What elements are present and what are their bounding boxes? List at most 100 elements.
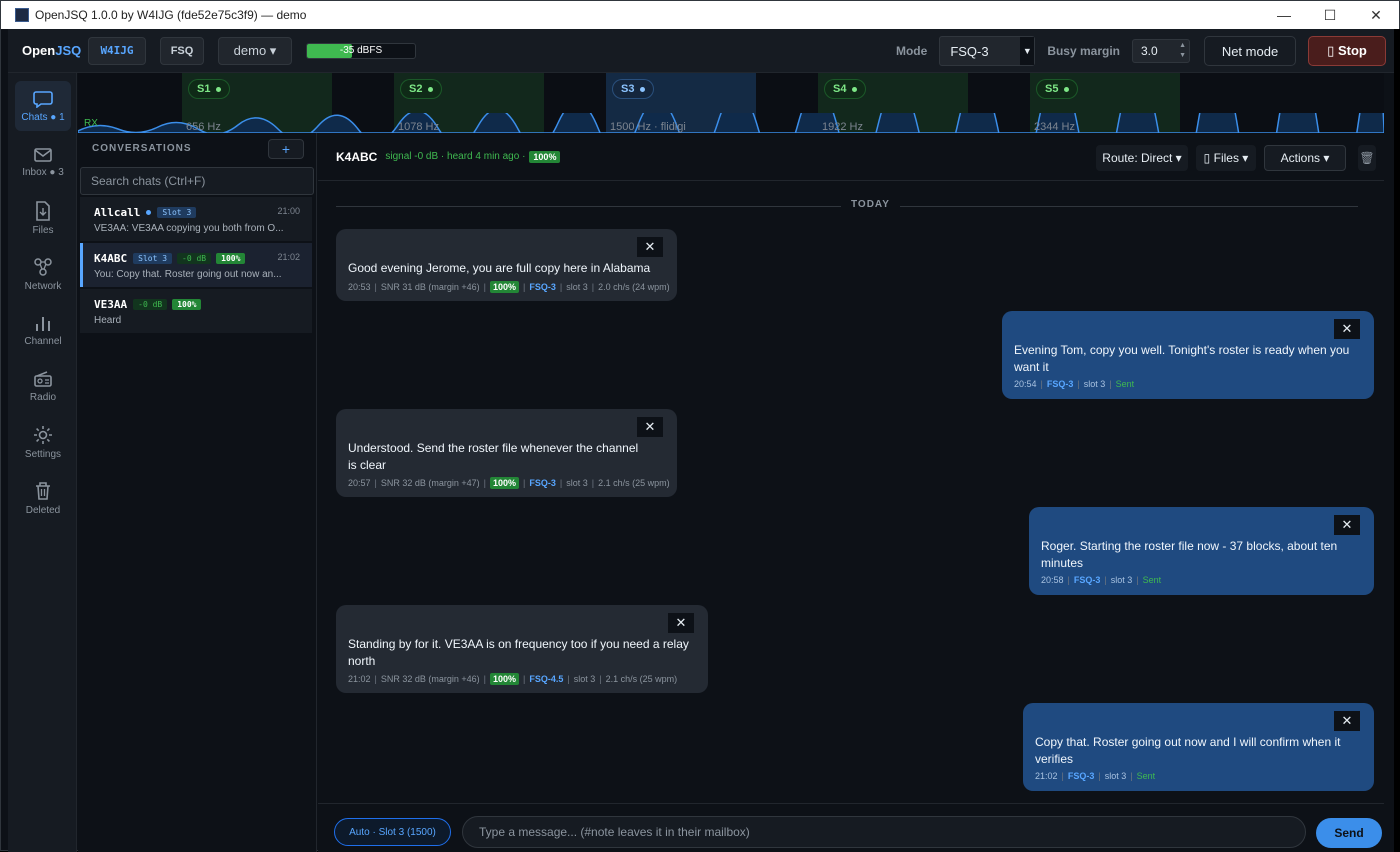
message-input[interactable]: Type a message... (#note leaves it in th… — [462, 816, 1306, 848]
quality-badge: 100% — [216, 252, 246, 264]
message-outgoing: ✕ Evening Tom, copy you well. Tonight's … — [1002, 311, 1374, 399]
message-meta: 20:53 | SNR 31 dB (margin +46) | 100% | FSQ… — [348, 281, 670, 293]
busy-margin-value: 3.0 — [1141, 44, 1158, 58]
top-toolbar: OpenJSQ W4IJG FSQ demo ▾ -35 dBFS Mode F… — [8, 29, 1394, 73]
nav-files-label: Files — [32, 224, 54, 236]
inbox-icon — [34, 147, 52, 162]
callsign-button[interactable]: W4IJG — [88, 36, 146, 65]
conversation-preview: Heard — [94, 315, 122, 326]
window-edge — [1394, 29, 1400, 852]
slot-freq-1: 656 Hz — [186, 121, 221, 133]
waterfall-display[interactable]: RX S1 S2 S3 S4 S5 656 Hz 1078 Hz 1500 Hz… — [78, 73, 1384, 133]
left-nav: Chats ● 1 Inbox ● 3 Files Network Channe… — [8, 73, 77, 852]
signal-badge: -0 dB — [133, 298, 168, 310]
minimize-button[interactable]: — — [1261, 1, 1307, 29]
nav-radio[interactable]: Radio — [15, 361, 71, 411]
nav-chats-label: Chats ● 1 — [21, 111, 65, 123]
message-meta: 20:57 | SNR 32 dB (margin +47) | 100% | FSQ… — [348, 477, 670, 489]
audio-level-meter: -35 dBFS — [306, 42, 416, 59]
gear-icon — [34, 425, 52, 444]
slot-badge: Slot 3 — [157, 206, 197, 218]
mode-chip[interactable]: FSQ — [160, 36, 204, 65]
nav-network[interactable]: Network — [15, 249, 71, 299]
nav-channel[interactable]: Channel — [15, 305, 71, 355]
message-outgoing: ✕ Copy that. Roster going out now and I … — [1023, 703, 1374, 791]
dismiss-message-button[interactable]: ✕ — [668, 613, 694, 633]
window-title: OpenJSQ 1.0.0 by W4IJG (fde52e75c3f9) — … — [35, 8, 307, 22]
slot-pill-1[interactable]: S1 — [188, 79, 231, 99]
chat-quality-badge: 100% — [529, 150, 561, 163]
spinner-arrows-icon[interactable]: ▲ ▼ — [1179, 41, 1186, 61]
nav-radio-label: Radio — [29, 391, 57, 403]
quality-badge: 100% — [172, 298, 202, 310]
brand-logo: OpenJSQ — [22, 43, 82, 58]
day-separator: TODAY — [336, 199, 1358, 210]
mode-select-value: FSQ-3 — [950, 43, 989, 59]
nav-network-label: Network — [24, 280, 62, 292]
conversation-time: 21:00 — [277, 206, 300, 216]
message-outgoing: ✕ Roger. Starting the roster file now - … — [1029, 507, 1374, 595]
slot-freq-2: 1078 Hz — [398, 121, 439, 133]
conversation-ve3aa[interactable]: VE3AA -0 dB 100% Heard — [80, 289, 312, 333]
slot-pill-3[interactable]: S3 — [612, 79, 655, 99]
message-incoming: ✕ Standing by for it. VE3AA is on freque… — [336, 605, 708, 693]
slot-pill-5[interactable]: S5 — [1036, 79, 1079, 99]
stop-button[interactable]: ▯ Stop — [1308, 36, 1386, 66]
nav-deleted-label: Deleted — [25, 504, 61, 516]
file-icon — [36, 200, 50, 221]
message-meta: 20:58 | FSQ-3 | slot 3 | Sent — [1041, 575, 1162, 585]
nav-deleted[interactable]: Deleted — [15, 473, 71, 523]
message-meta: 20:54 | FSQ-3 | slot 3 | Sent — [1014, 379, 1135, 389]
message-text: Roger. Starting the roster file now - 37… — [1041, 539, 1338, 570]
dismiss-message-button[interactable]: ✕ — [1334, 711, 1360, 731]
route-dropdown[interactable]: Route: Direct ▾ — [1096, 145, 1188, 171]
slot-pill-4[interactable]: S4 — [824, 79, 867, 99]
close-button[interactable]: ✕ — [1353, 1, 1399, 29]
scrollbar[interactable] — [1384, 73, 1394, 852]
chat-signal-info: signal -0 dB · heard 4 min ago · — [385, 151, 526, 162]
profile-dropdown[interactable]: demo ▾ — [218, 36, 292, 65]
online-dot-icon — [146, 209, 152, 215]
title-bar: OpenJSQ 1.0.0 by W4IJG (fde52e75c3f9) — … — [1, 1, 1399, 29]
message-meta: 21:02 | FSQ-3 | slot 3 | Sent — [1035, 771, 1156, 781]
bar-chart-icon — [36, 316, 50, 331]
message-text: Copy that. Roster going out now and I wi… — [1035, 735, 1341, 766]
slot-freq-5: 2344 Hz — [1034, 121, 1075, 133]
delete-conversation-icon[interactable]: 🗑 — [1358, 145, 1376, 171]
chevron-down-icon: ▼ — [1020, 37, 1035, 65]
new-conversation-button[interactable]: + — [268, 139, 304, 159]
nav-files[interactable]: Files — [15, 193, 71, 243]
actions-dropdown[interactable]: Actions ▾ — [1264, 145, 1346, 171]
spectrum-trace — [78, 113, 1384, 133]
chat-icon — [33, 90, 53, 108]
send-button[interactable]: Send — [1316, 818, 1382, 848]
network-icon — [34, 257, 52, 276]
mode-select[interactable]: FSQ-3 ▼ — [939, 36, 1036, 66]
dismiss-message-button[interactable]: ✕ — [1334, 319, 1360, 339]
files-dropdown[interactable]: ▯ Files ▾ — [1196, 145, 1256, 171]
conversation-allcall[interactable]: Allcall Slot 3 21:00 VE3AA: VE3AA copyin… — [80, 197, 312, 241]
nav-inbox-label: Inbox ● 3 — [22, 166, 64, 178]
message-text: Standing by for it. VE3AA is on frequenc… — [348, 637, 689, 668]
nav-settings[interactable]: Settings — [15, 417, 71, 467]
busy-margin-spinner[interactable]: 3.0 ▲ ▼ — [1132, 39, 1190, 63]
maximize-button[interactable]: ☐ — [1307, 1, 1353, 29]
audio-level-text: -35 dBFS — [339, 45, 383, 56]
conversations-header: CONVERSATIONS — [92, 143, 192, 154]
nav-chats[interactable]: Chats ● 1 — [15, 81, 71, 131]
auto-slot-button[interactable]: Auto · Slot 3 (1500) — [334, 818, 451, 846]
slot-pill-2[interactable]: S2 — [400, 79, 443, 99]
net-mode-button[interactable]: Net mode — [1204, 36, 1296, 66]
dismiss-message-button[interactable]: ✕ — [637, 417, 663, 437]
conversation-k4abc[interactable]: K4ABC Slot 3 -0 dB 100% 21:02 You: Copy … — [80, 243, 312, 287]
day-label: TODAY — [841, 199, 900, 210]
dismiss-message-button[interactable]: ✕ — [1334, 515, 1360, 535]
chat-contact-name: K4ABC — [336, 149, 378, 164]
conversation-preview: VE3AA: VE3AA copying you both from O... — [94, 223, 284, 234]
dismiss-message-button[interactable]: ✕ — [637, 237, 663, 257]
nav-inbox[interactable]: Inbox ● 3 — [15, 137, 71, 187]
conversation-preview: You: Copy that. Roster going out now an.… — [94, 269, 282, 280]
message-text: Understood. Send the roster file wheneve… — [348, 441, 639, 472]
message-incoming: ✕ Good evening Jerome, you are full copy… — [336, 229, 677, 301]
search-input[interactable]: Search chats (Ctrl+F) — [80, 167, 314, 195]
